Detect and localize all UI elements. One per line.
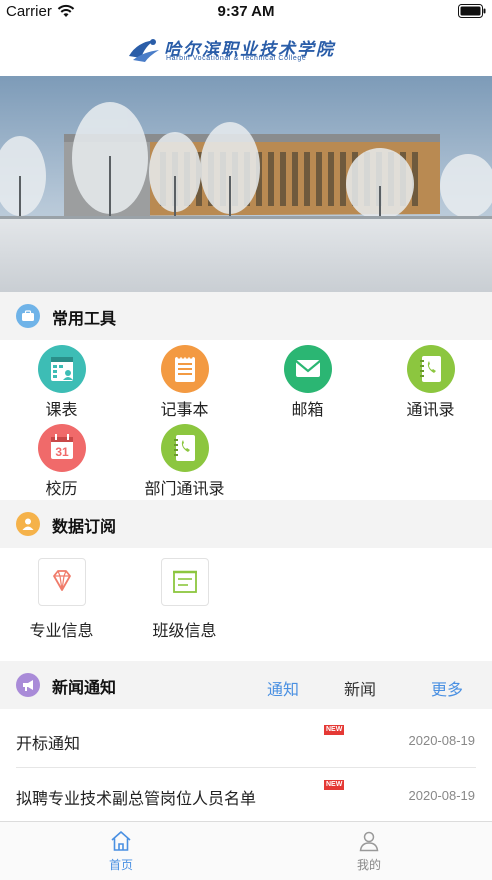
megaphone-icon (16, 673, 40, 697)
battery-icon (458, 4, 486, 18)
tool-label: 通讯录 (406, 400, 455, 419)
news-list-item[interactable]: 开标通知 NEW 2020-08-19 (0, 713, 492, 768)
subscribe-label: 专业信息 (29, 621, 94, 640)
mail-icon (283, 345, 332, 393)
diamond-icon (37, 558, 86, 606)
subscribe-section-title: 数据订阅 (52, 517, 117, 536)
tool-label: 校历 (45, 479, 78, 498)
tools-section-title: 常用工具 (52, 309, 117, 328)
tool-mail[interactable]: 邮箱 (246, 345, 369, 420)
tab-label: 我的 (356, 858, 381, 872)
bottom-tab-bar: 首页 我的 (0, 821, 492, 880)
tool-label: 部门通讯录 (144, 479, 225, 498)
news-section-title: 新闻通知 (52, 678, 117, 697)
tool-schedule[interactable]: 课表 (0, 345, 123, 420)
news-title: 拟聘专业技术副总管岗位人员名单 (16, 789, 257, 808)
phone-book-icon (160, 424, 209, 472)
tab-label: 首页 (108, 858, 133, 872)
tool-department-contacts[interactable]: 部门通讯录 (123, 424, 246, 499)
tab-news[interactable]: 新闻 (344, 676, 376, 700)
subscribe-major-info[interactable]: 专业信息 (0, 558, 123, 641)
person-icon (359, 831, 379, 852)
new-badge: NEW (324, 725, 345, 735)
tool-contacts[interactable]: 通讯录 (369, 345, 492, 420)
notepad-icon (160, 345, 209, 393)
tool-label: 课表 (45, 400, 78, 419)
contacts-book-icon (406, 345, 455, 393)
tab-notice[interactable]: 通知 (267, 676, 299, 700)
tool-calendar[interactable]: 31 校历 (0, 424, 123, 499)
tab-mine[interactable]: 我的 (329, 829, 409, 873)
tools-section-header: 常用工具 (0, 292, 492, 340)
subscribe-class-info[interactable]: 班级信息 (123, 558, 246, 641)
schedule-icon (37, 345, 86, 393)
more-link[interactable]: 更多 (431, 676, 463, 700)
new-badge: NEW (324, 780, 345, 790)
subscribe-section-header: 数据订阅 (0, 500, 492, 548)
tool-notepad[interactable]: 记事本 (123, 345, 246, 420)
tool-label: 记事本 (160, 400, 209, 419)
board-icon (160, 558, 209, 606)
home-icon (111, 831, 131, 851)
status-time: 9:37 AM (217, 3, 275, 20)
college-name-en: Harbin Vocational & Technical College (166, 55, 307, 62)
news-section-header: 新闻通知 通知 新闻 更多 (0, 661, 492, 709)
status-bar: Carrier 9:37 AM (0, 0, 492, 24)
news-date: 2020-08-19 (408, 788, 476, 803)
campus-banner-image[interactable] (0, 76, 492, 292)
tab-home[interactable]: 首页 (81, 829, 161, 873)
news-list-item[interactable]: 拟聘专业技术副总管岗位人员名单 NEW 2020-08-19 (0, 768, 492, 823)
tool-label: 邮箱 (291, 400, 324, 419)
user-icon (16, 512, 40, 536)
briefcase-icon (16, 304, 40, 328)
logo-header: 哈尔滨职业技术学院 Harbin Vocational & Technical … (0, 24, 492, 76)
news-title: 开标通知 (16, 734, 81, 753)
news-date: 2020-08-19 (408, 733, 476, 748)
college-logo-icon (129, 39, 159, 62)
svg-text:31: 31 (55, 445, 69, 459)
subscribe-label: 班级信息 (152, 621, 217, 640)
calendar-icon: 31 (37, 424, 86, 472)
